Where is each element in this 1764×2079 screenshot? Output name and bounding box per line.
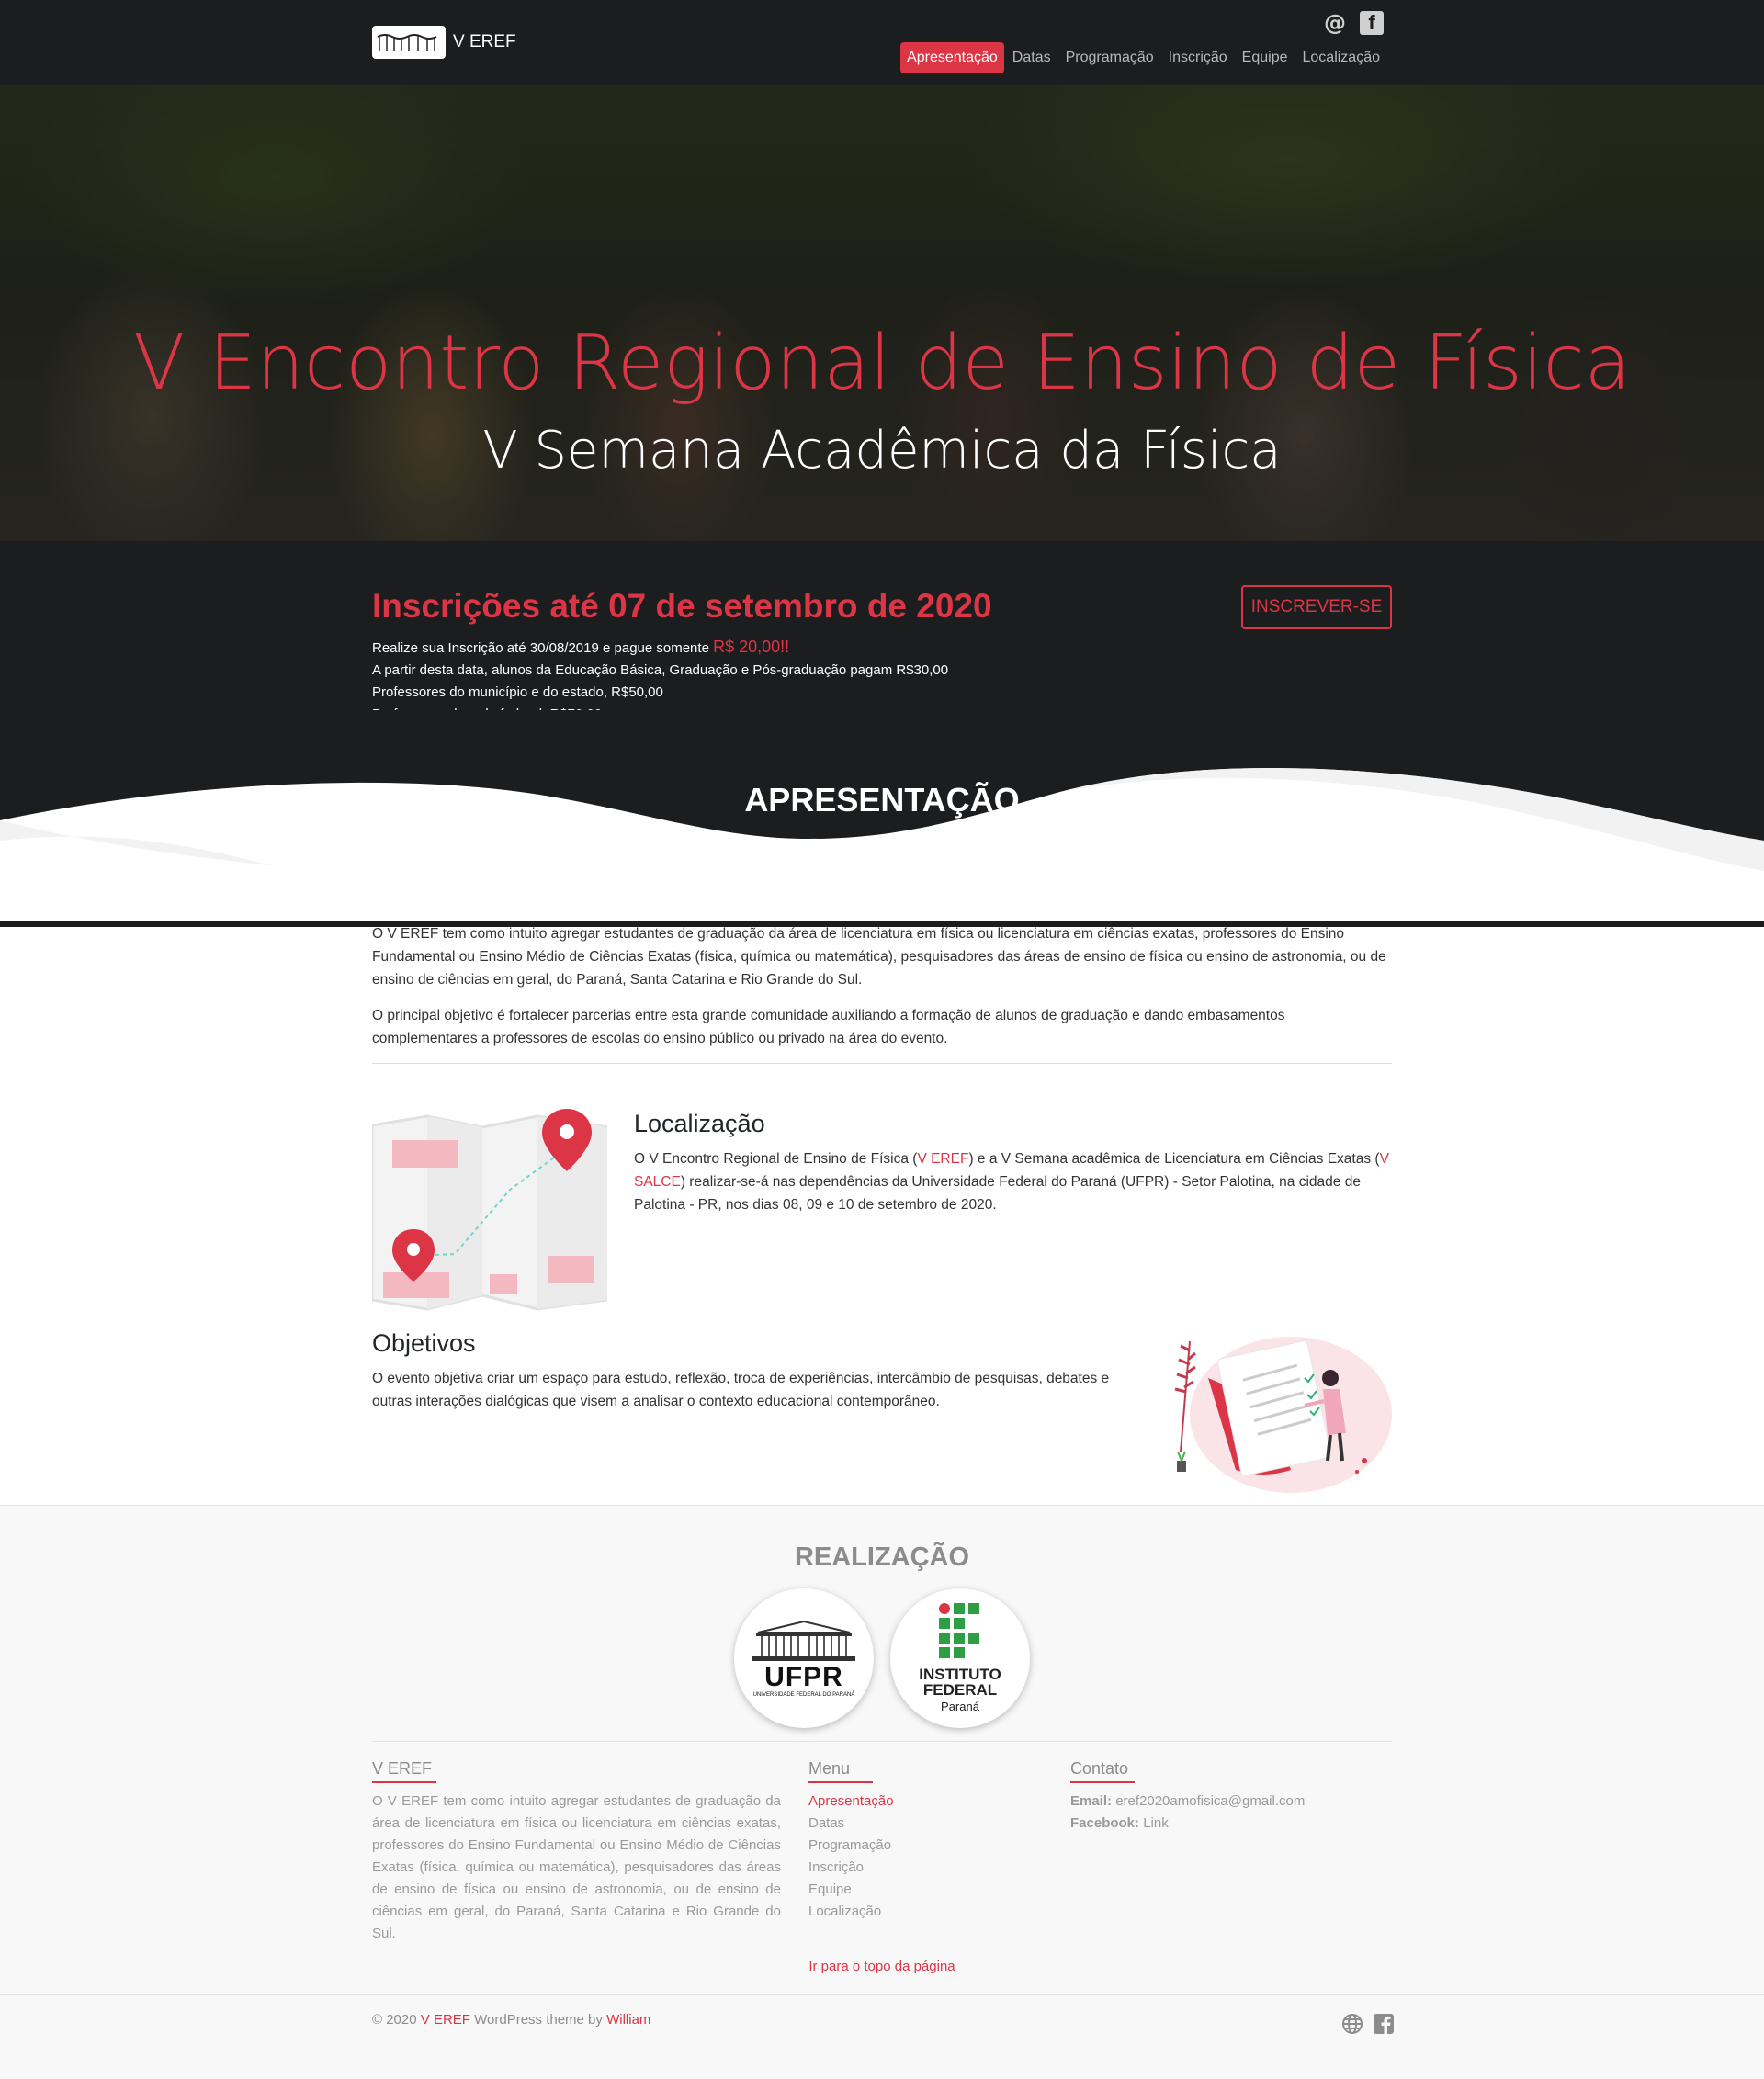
footer-menu-programacao[interactable]: Programação [808, 1835, 894, 1857]
footer-social [1341, 2013, 1395, 2035]
register-button[interactable]: INSCREVER-SE [1241, 585, 1392, 629]
registration-title: Inscrições até 07 de setembro de 2020 [372, 587, 992, 625]
facebook-label: Facebook: [1070, 1815, 1140, 1831]
registration-price: R$ 20,00!! [713, 638, 790, 656]
localizacao-text-2: ) e a V Semana acadêmica de Licenciatura… [968, 1151, 1380, 1167]
brand-link[interactable]: V EREF [372, 26, 516, 59]
brand-logo [372, 26, 446, 59]
footer-about-text: O V EREF tem como intuito agregar estuda… [372, 1793, 781, 1941]
ifpr-grid-icon [939, 1603, 979, 1658]
copyright-text: WordPress theme by [474, 2012, 603, 2028]
checklist-illustration [1174, 1337, 1392, 1493]
facebook-link[interactable]: Link [1143, 1815, 1169, 1831]
localizacao-title: Localização [634, 1110, 765, 1137]
footer-menu-inscricao[interactable]: Inscrição [808, 1857, 894, 1879]
about-paragraph-2: O principal objetivo é fortalecer parcer… [372, 1008, 1285, 1046]
ifpr-state: Paraná [941, 1700, 979, 1713]
nav-item-localizacao[interactable]: Localização [1296, 42, 1387, 73]
footer: REALIZAÇÃO UFPR UNIVERSIDADE FEDERAL DO … [0, 1505, 1764, 2079]
localizacao-text-1: O V Encontro Regional de Ensino de Físic… [634, 1151, 918, 1167]
registration-line-3: Professores do município e do estado, R$… [372, 684, 663, 700]
nav-item-apresentacao[interactable]: Apresentação [900, 42, 1004, 73]
hero-title: V Encontro Regional de Ensino de Física [133, 320, 1631, 407]
localizacao-text: O V Encontro Regional de Ensino de Físic… [634, 1147, 1392, 1216]
objetivos-text: O evento objetiva criar um espaço para e… [372, 1371, 1110, 1409]
hero-banner: V Encontro Regional de Ensino de Física … [0, 85, 1764, 541]
section-title-apresentacao: APRESENTAÇÃO [744, 781, 1020, 819]
link-v-eref[interactable]: V EREF [917, 1151, 968, 1167]
footer-menu-datas[interactable]: Datas [808, 1813, 894, 1835]
map-illustration [372, 1109, 607, 1311]
copyright-brand-link[interactable]: V EREF [421, 2012, 470, 2028]
about-section: O V EREF tem como intuito agregar estuda… [372, 922, 1392, 1064]
facebook-icon[interactable] [1373, 2013, 1395, 2035]
footer-contact: Email: eref2020amofisica@gmail.com Faceb… [1070, 1791, 1305, 1835]
nav-item-programacao[interactable]: Programação [1059, 42, 1160, 73]
footer-menu-title: Menu [808, 1759, 873, 1786]
hero-subtitle: V Semana Acadêmica da Física [482, 421, 1282, 480]
registration-line-1: Realize sua Inscrição até 30/08/2019 e p… [372, 640, 709, 656]
ufpr-logo[interactable]: UFPR UNIVERSIDADE FEDERAL DO PARANÁ [734, 1588, 874, 1728]
registration-line-2: A partir desta data, alunos da Educação … [372, 662, 949, 678]
nav-item-equipe[interactable]: Equipe [1236, 42, 1295, 73]
navbar: V EREF @ f Apresentação Datas Programaçã… [0, 0, 1764, 85]
ufpr-subtitle: UNIVERSIDADE FEDERAL DO PARANÁ [752, 1692, 855, 1698]
nav-item-datas[interactable]: Datas [1006, 42, 1057, 73]
about-paragraph-1: O V EREF tem como intuito agregar estuda… [372, 926, 1386, 988]
footer-menu-apresentacao[interactable]: Apresentação [808, 1791, 894, 1813]
facebook-icon[interactable]: f [1360, 11, 1384, 35]
footer-menu-equipe[interactable]: Equipe [808, 1879, 894, 1901]
divider [372, 1063, 1392, 1064]
email-value[interactable]: eref2020amofisica@gmail.com [1115, 1793, 1305, 1809]
author-link[interactable]: William [606, 2012, 650, 2028]
realizacao-title: REALIZAÇÃO [794, 1542, 970, 1572]
email-label: Email: [1070, 1793, 1113, 1809]
ufpr-name: UFPR [764, 1662, 843, 1692]
footer-menu-localizacao[interactable]: Localização [808, 1901, 894, 1923]
nav-menu: Apresentação Datas Programação Inscrição… [900, 42, 1386, 73]
footer-contact-title: Contato [1070, 1759, 1135, 1786]
footer-about-title: V EREF [372, 1759, 436, 1786]
email-icon[interactable]: @ [1323, 11, 1347, 35]
nav-item-inscricao[interactable]: Inscrição [1162, 42, 1234, 73]
nav-social: @ f [1323, 11, 1384, 35]
objetivos-title: Objetivos [372, 1329, 476, 1357]
ifpr-logo[interactable]: INSTITUTO FEDERAL Paraná [890, 1588, 1030, 1728]
back-to-top-link[interactable]: Ir para o topo da página [0, 1959, 1764, 1974]
localizacao-text-3: ) realizar-se-á nas dependências da Univ… [634, 1174, 1361, 1213]
divider [0, 1994, 1764, 1995]
ufpr-building-icon [752, 1620, 855, 1661]
copyright-year: © 2020 [372, 2012, 417, 2028]
footer-menu: Apresentação Datas Programação Inscrição… [808, 1791, 894, 1923]
copyright: © 2020 V EREF WordPress theme by William [372, 2012, 650, 2028]
divider [372, 1741, 1392, 1742]
brand-name: V EREF [453, 32, 516, 51]
ifpr-name: INSTITUTO FEDERAL [919, 1666, 1001, 1699]
globe-icon[interactable] [1341, 2013, 1363, 2035]
